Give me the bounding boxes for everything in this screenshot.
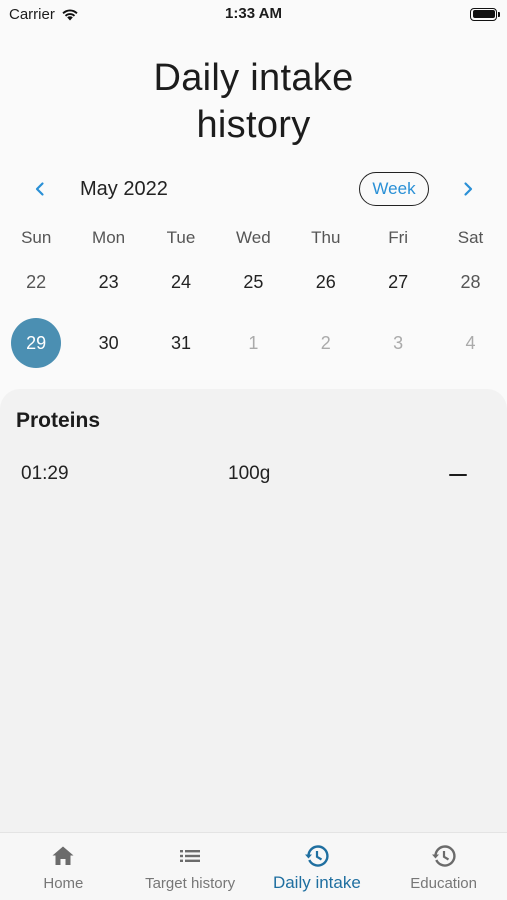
home-icon xyxy=(52,846,74,865)
nav-daily-intake-label: Daily intake xyxy=(272,873,361,892)
day-number: 23 xyxy=(98,271,119,292)
calendar-day[interactable]: 25 xyxy=(217,257,289,307)
day-number: 28 xyxy=(460,271,481,292)
previous-month-button[interactable] xyxy=(21,170,59,208)
event-amount: 100g xyxy=(228,463,271,484)
day-number: 30 xyxy=(98,332,119,353)
dow-sat: Sat xyxy=(457,228,484,247)
calendar-header: May 2022 Week xyxy=(0,170,507,208)
calendar-week-1: 22 23 24 25 26 27 28 xyxy=(0,257,507,307)
status-bar: Carrier 1:33 AM xyxy=(0,0,507,28)
calendar-day[interactable]: 30 xyxy=(72,318,144,368)
next-month-button[interactable] xyxy=(449,170,487,208)
dow-wed: Wed xyxy=(236,228,271,247)
event-time: 01:29 xyxy=(21,463,69,484)
day-number: 4 xyxy=(465,332,476,353)
calendar-day-outside[interactable]: 3 xyxy=(362,318,434,368)
calendar-day[interactable]: 22 xyxy=(0,257,72,307)
calendar-day-outside[interactable]: 4 xyxy=(434,318,506,368)
day-number: 22 xyxy=(26,271,47,292)
days-of-week: Sun Mon Tue Wed Thu Fri Sat xyxy=(0,228,507,248)
nav-daily-intake[interactable]: Daily intake xyxy=(254,833,381,900)
dow-mon: Mon xyxy=(92,228,126,247)
history-icon xyxy=(431,845,456,867)
dow-fri: Fri xyxy=(388,228,409,247)
dow-tue: Tue xyxy=(166,228,196,247)
dow-thu: Thu xyxy=(311,228,341,247)
nav-education[interactable]: Education xyxy=(380,833,507,900)
page-title-line2: history xyxy=(196,104,311,146)
day-number: 25 xyxy=(243,271,264,292)
calendar-week-2: 29 30 31 1 2 3 4 xyxy=(0,318,507,368)
calendar-day-outside[interactable]: 2 xyxy=(290,318,362,368)
calendar-day[interactable]: 27 xyxy=(362,257,434,307)
format-toggle-button[interactable]: Week xyxy=(359,172,429,206)
calendar-day-selected[interactable]: 29 xyxy=(0,318,72,368)
day-number: 24 xyxy=(170,271,191,292)
list-item: 01:29 100g xyxy=(0,457,507,493)
section-title: Proteins xyxy=(16,409,101,432)
nav-education-label: Education xyxy=(410,875,477,892)
page-title-line1: Daily intake xyxy=(153,57,354,99)
calendar-day-outside[interactable]: 1 xyxy=(217,318,289,368)
chevron-right-icon xyxy=(464,182,473,196)
month-label: May 2022 xyxy=(80,178,168,200)
calendar-day[interactable]: 24 xyxy=(145,257,217,307)
status-time: 1:33 AM xyxy=(225,5,282,22)
day-number: 2 xyxy=(320,332,331,353)
nav-target-history-label: Target history xyxy=(145,875,236,892)
day-number: 27 xyxy=(388,271,409,292)
nav-home[interactable]: Home xyxy=(0,833,127,900)
nav-target-history[interactable]: Target history xyxy=(127,833,254,900)
nav-home-label: Home xyxy=(43,875,84,892)
calendar-day[interactable]: 23 xyxy=(72,257,144,307)
list-icon xyxy=(180,850,201,862)
events-panel: Proteins 01:29 100g xyxy=(0,389,507,832)
day-number: 31 xyxy=(170,332,191,353)
day-number: 3 xyxy=(393,332,404,353)
page-title: Daily intake history xyxy=(0,55,507,149)
remove-button[interactable] xyxy=(442,461,474,489)
bottom-nav: Home Target history Daily intake Educati… xyxy=(0,832,507,900)
chevron-left-icon xyxy=(35,182,44,196)
dow-sun: Sun xyxy=(21,228,52,247)
day-number: 1 xyxy=(248,332,259,353)
battery-icon xyxy=(470,7,500,21)
day-number: 26 xyxy=(315,271,336,292)
calendar-day[interactable]: 26 xyxy=(290,257,362,307)
history-icon xyxy=(304,845,329,867)
minus-icon xyxy=(449,473,467,477)
calendar-day[interactable]: 28 xyxy=(434,257,506,307)
calendar-day[interactable]: 31 xyxy=(145,318,217,368)
selected-day-number: 29 xyxy=(11,318,62,368)
